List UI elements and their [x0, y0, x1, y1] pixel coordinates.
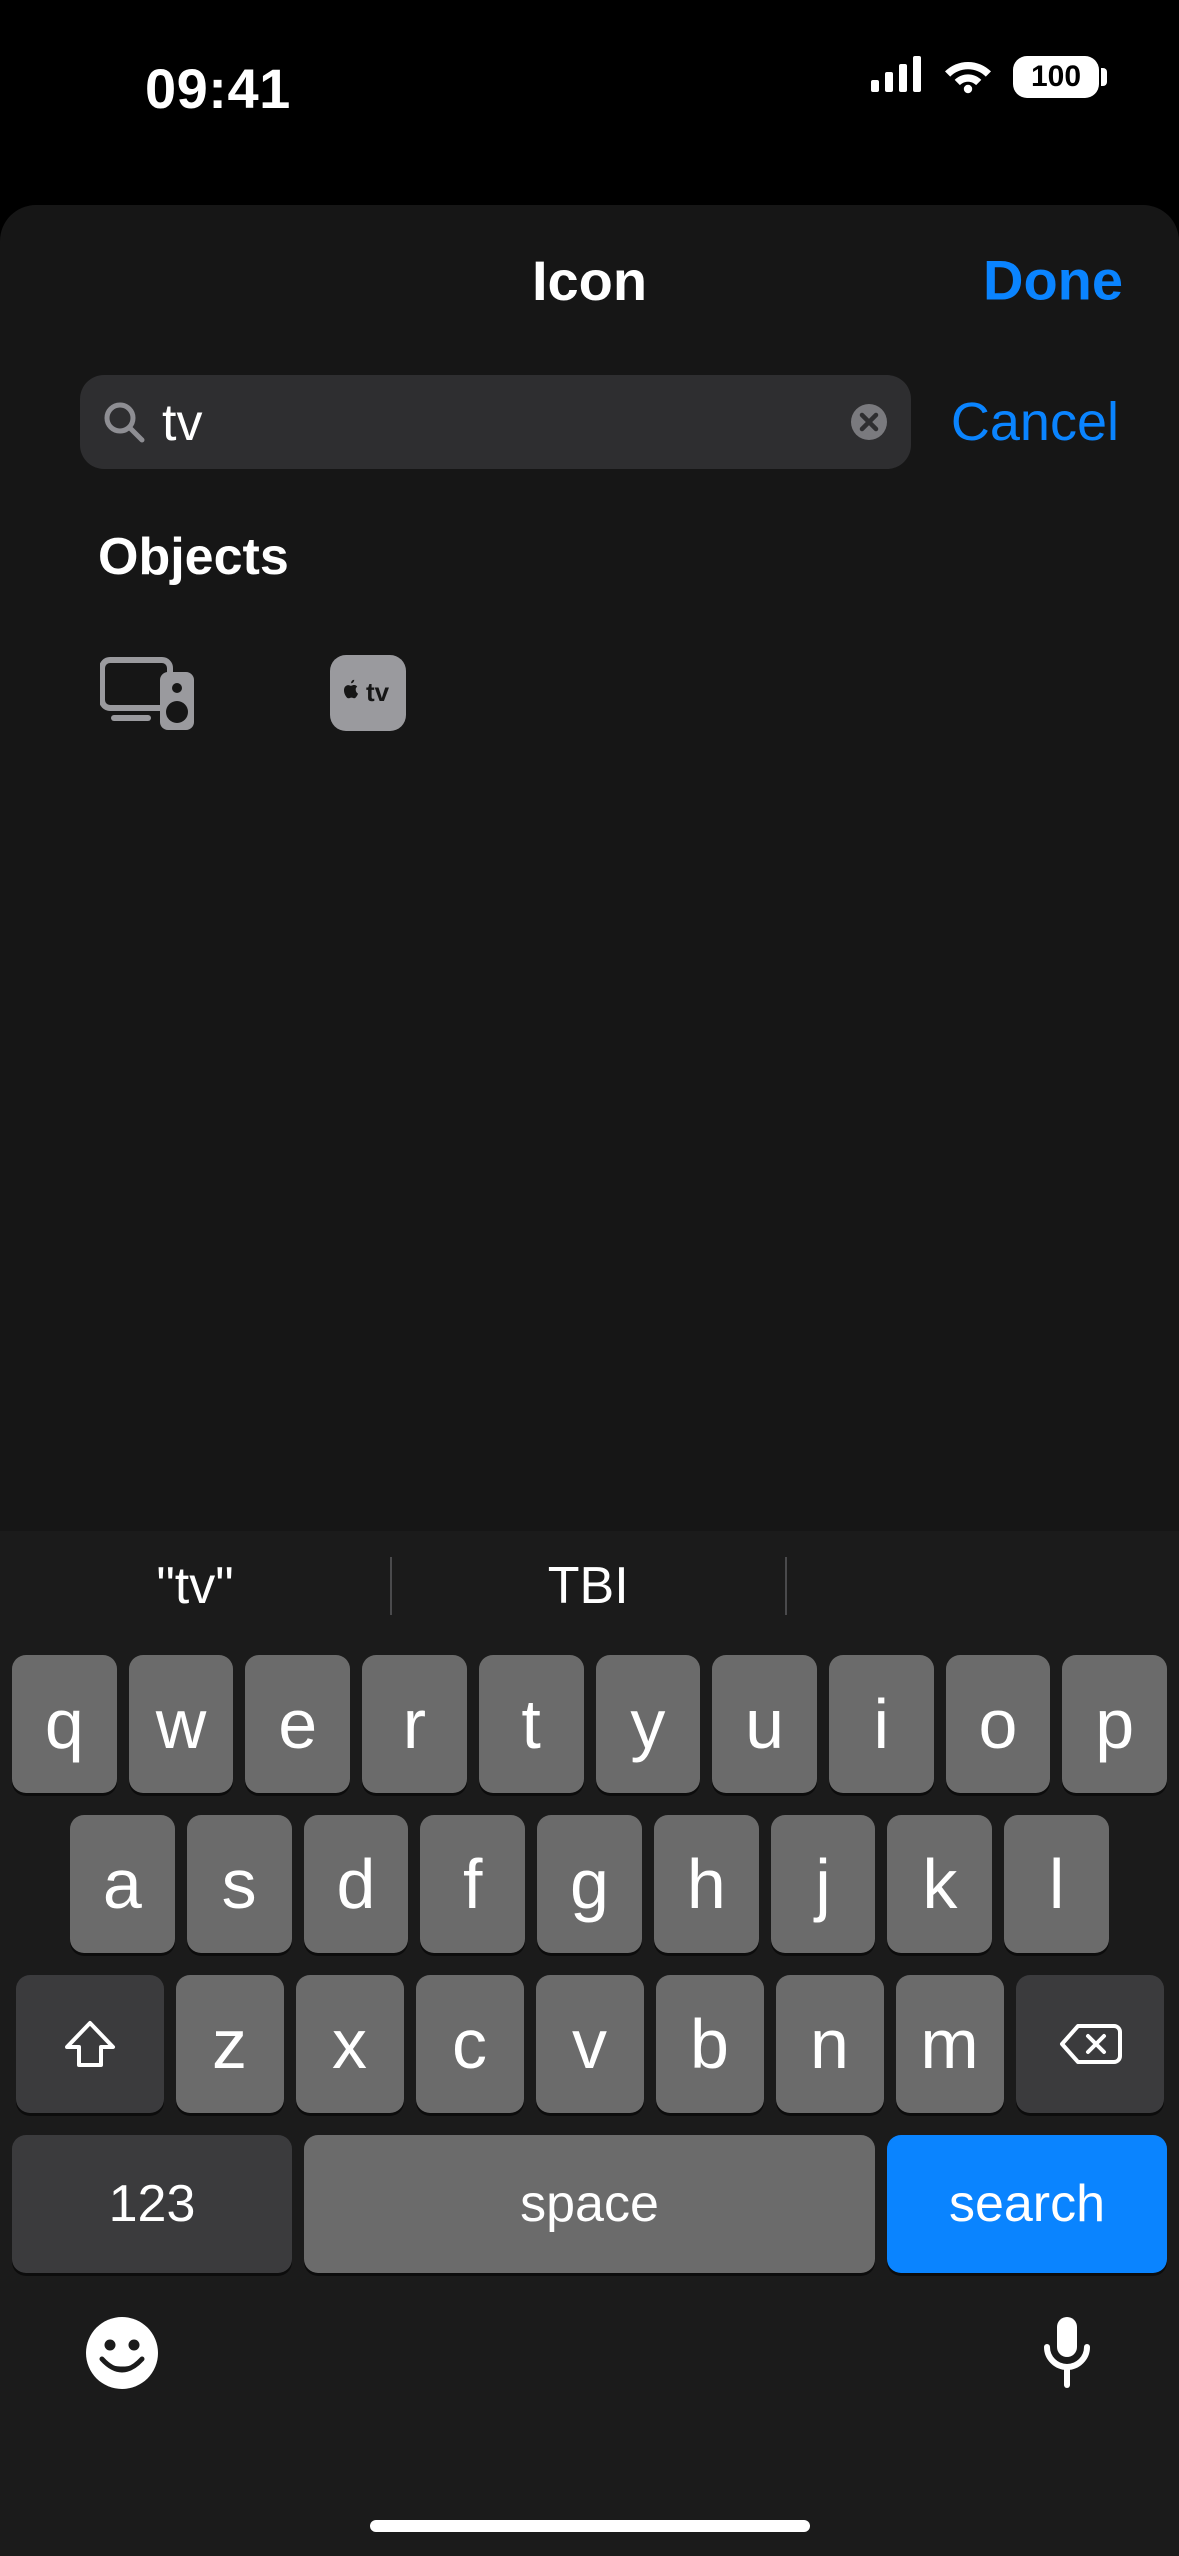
status-indicators: 100	[871, 54, 1099, 99]
battery-indicator: 100	[1013, 56, 1099, 98]
cancel-button[interactable]: Cancel	[951, 391, 1131, 453]
key-i[interactable]: i	[829, 1655, 934, 1793]
keyboard-row-3: z x c v b n m	[12, 1975, 1167, 2113]
status-bar: 09:41 100	[0, 0, 1179, 130]
navbar: Icon Done	[0, 205, 1179, 355]
search-field[interactable]	[80, 375, 911, 469]
key-n[interactable]: n	[776, 1975, 884, 2113]
keyboard-row-1: q w e r t y u i o p	[12, 1655, 1167, 1793]
key-z[interactable]: z	[176, 1975, 284, 2113]
key-h[interactable]: h	[654, 1815, 759, 1953]
key-s[interactable]: s	[187, 1815, 292, 1953]
icon-tv-and-hifispeaker[interactable]	[98, 643, 198, 743]
key-p[interactable]: p	[1062, 1655, 1167, 1793]
key-v[interactable]: v	[536, 1975, 644, 2113]
key-f[interactable]: f	[420, 1815, 525, 1953]
key-t[interactable]: t	[479, 1655, 584, 1793]
key-o[interactable]: o	[946, 1655, 1051, 1793]
key-k[interactable]: k	[887, 1815, 992, 1953]
dictation-button[interactable]	[1039, 2313, 1095, 2398]
home-indicator[interactable]	[370, 2520, 810, 2532]
section-header-objects: Objects	[0, 479, 1179, 611]
key-y[interactable]: y	[596, 1655, 701, 1793]
search-key[interactable]: search	[887, 2135, 1167, 2273]
backspace-key[interactable]	[1016, 1975, 1164, 2113]
key-w[interactable]: w	[129, 1655, 234, 1793]
clear-search-button[interactable]	[849, 402, 889, 442]
shift-key[interactable]	[16, 1975, 164, 2113]
key-a[interactable]: a	[70, 1815, 175, 1953]
done-button[interactable]: Done	[983, 248, 1123, 313]
suggestion-1[interactable]: "tv"	[0, 1556, 390, 1616]
keyboard-row-4: 123 space search	[12, 2135, 1167, 2273]
emoji-button[interactable]	[84, 2315, 160, 2396]
keyboard-suggestions: "tv" TBI	[0, 1531, 1179, 1641]
wifi-icon	[941, 54, 995, 99]
key-c[interactable]: c	[416, 1975, 524, 2113]
suggestion-separator	[785, 1557, 787, 1615]
icon-results-grid: tv	[0, 611, 1179, 743]
icon-picker-sheet: Icon Done Cancel Objects	[0, 205, 1179, 2556]
key-d[interactable]: d	[304, 1815, 409, 1953]
search-row: Cancel	[0, 355, 1179, 479]
search-input[interactable]	[162, 391, 849, 453]
status-time: 09:41	[145, 56, 291, 121]
keyboard-row-2: a s d f g h j k l	[12, 1815, 1167, 1953]
key-q[interactable]: q	[12, 1655, 117, 1793]
space-key[interactable]: space	[304, 2135, 875, 2273]
key-b[interactable]: b	[656, 1975, 764, 2113]
suggestion-2[interactable]: TBI	[392, 1556, 785, 1616]
key-j[interactable]: j	[771, 1815, 876, 1953]
page-title: Icon	[532, 248, 647, 313]
icon-apple-tv[interactable]: tv	[318, 643, 418, 743]
keyboard-toolbar	[0, 2295, 1179, 2455]
key-l[interactable]: l	[1004, 1815, 1109, 1953]
keyboard: "tv" TBI q w e r t y u i o p a s d	[0, 1531, 1179, 2556]
svg-text:tv: tv	[366, 677, 390, 707]
key-g[interactable]: g	[537, 1815, 642, 1953]
key-r[interactable]: r	[362, 1655, 467, 1793]
key-x[interactable]: x	[296, 1975, 404, 2113]
key-u[interactable]: u	[712, 1655, 817, 1793]
cellular-icon	[871, 56, 923, 97]
numbers-key[interactable]: 123	[12, 2135, 292, 2273]
key-m[interactable]: m	[896, 1975, 1004, 2113]
search-icon	[102, 400, 146, 444]
key-e[interactable]: e	[245, 1655, 350, 1793]
